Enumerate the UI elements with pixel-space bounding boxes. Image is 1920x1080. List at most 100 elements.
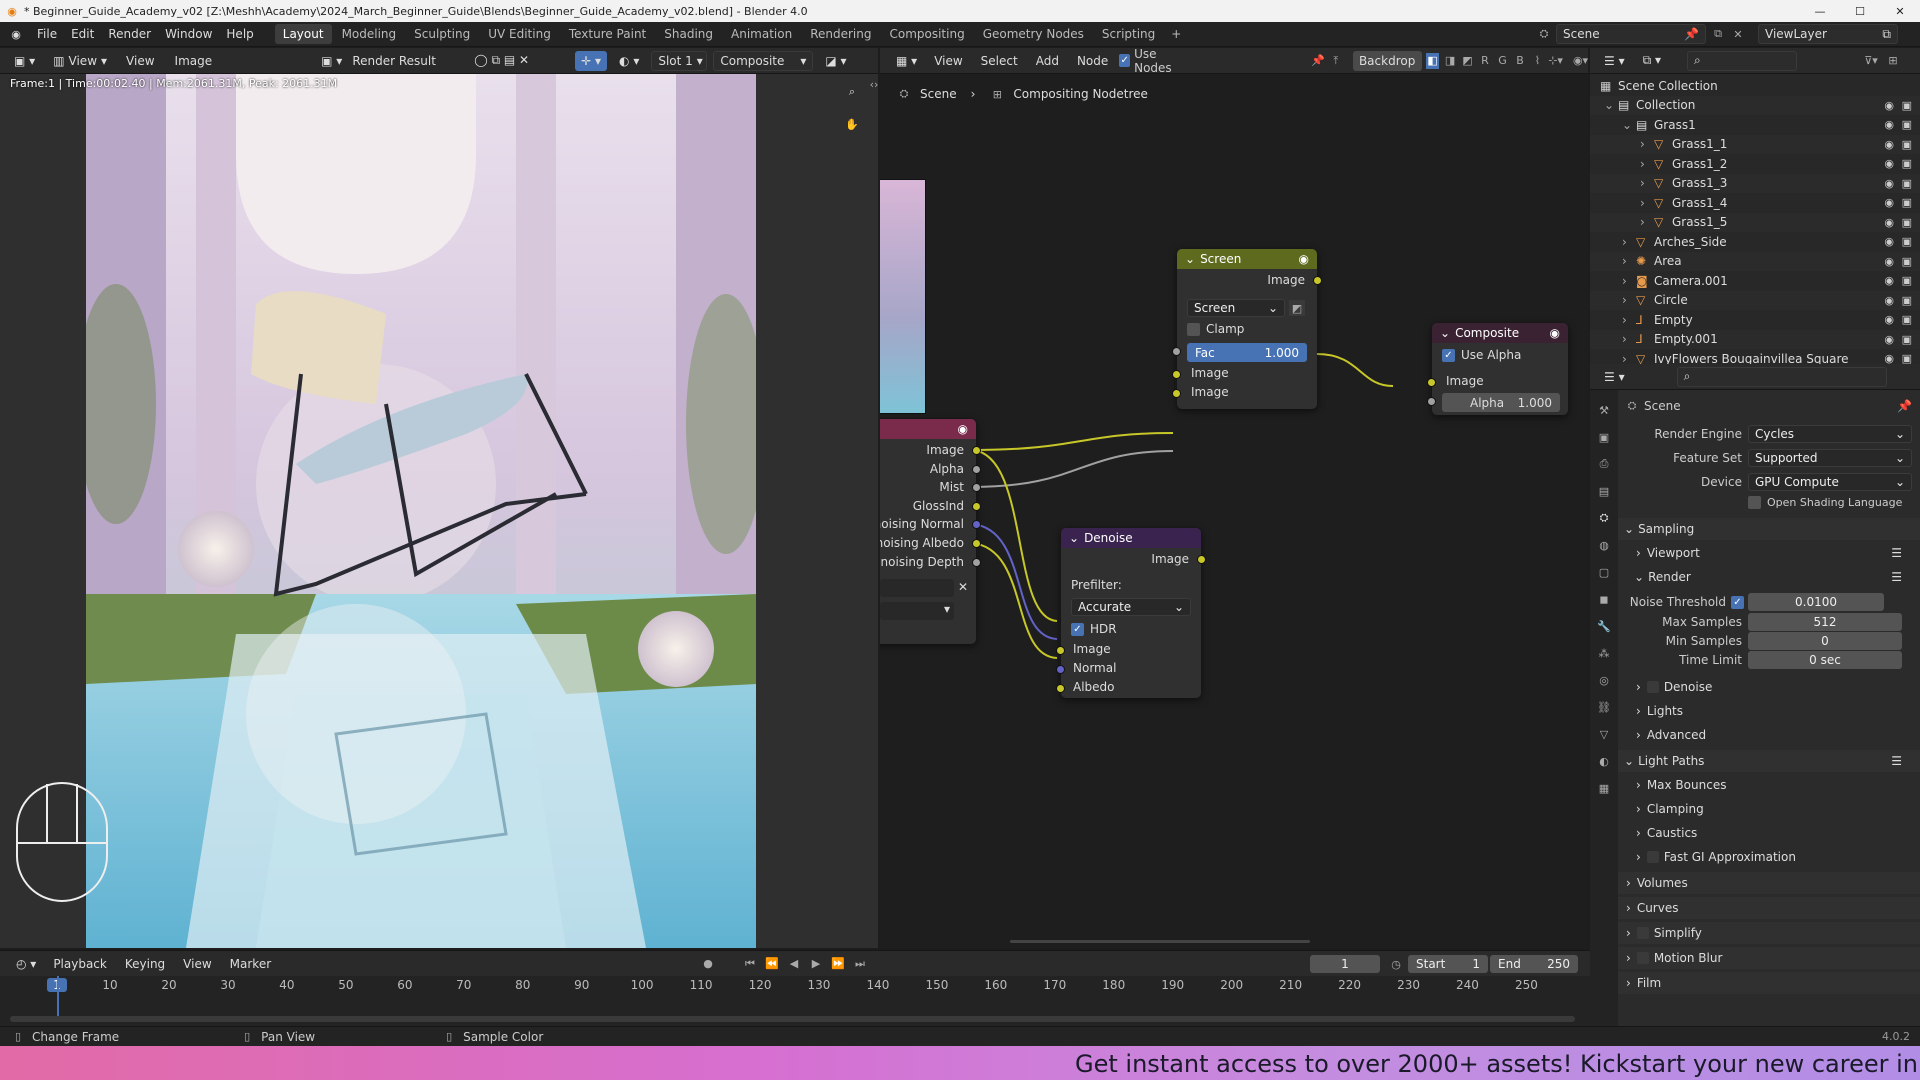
motion-blur-panel-header[interactable]: › Motion Blur <box>1618 947 1920 969</box>
time-limit-field[interactable]: 0 sec <box>1748 651 1902 669</box>
image-menu-image[interactable]: Image <box>168 54 220 68</box>
outliner-item[interactable]: › ▽ Grass1_2 ◉ ▣ <box>1590 154 1920 173</box>
image-menu-view[interactable]: View <box>119 54 161 68</box>
workspace-tab-geometry-nodes[interactable]: Geometry Nodes <box>975 24 1092 44</box>
data-tab-icon[interactable]: ▽ <box>1596 726 1612 742</box>
chevron-right-icon[interactable]: › <box>1622 332 1627 346</box>
menu-window[interactable]: Window <box>158 27 219 41</box>
view-layer-selector[interactable]: ViewLayer ⧉ <box>1758 24 1898 44</box>
chevron-right-icon[interactable]: › <box>1640 157 1645 171</box>
noise-threshold-checkbox[interactable]: ✓ <box>1731 595 1744 609</box>
checkbox-unchecked-icon[interactable] <box>1636 927 1649 939</box>
snap-options-icon[interactable]: ⊹▾ <box>1548 53 1563 69</box>
presets-icon[interactable]: ☰ <box>1891 754 1902 768</box>
end-frame-field[interactable]: End 250 <box>1490 955 1578 973</box>
timeline-scrollbar[interactable] <box>10 1016 1575 1022</box>
workspace-tab-rendering[interactable]: Rendering <box>802 24 879 44</box>
visibility-eye-icon[interactable]: ◉ <box>1884 196 1894 209</box>
prefilter-dropdown[interactable]: Accurate ⌄ <box>1071 598 1191 616</box>
node-menu-add[interactable]: Add <box>1029 54 1066 68</box>
visibility-eye-icon[interactable]: ◉ <box>1884 294 1894 307</box>
node-editor-area[interactable]: ⛭ Scene › ⊞ Compositing Nodetree ◉ Image… <box>880 74 1588 948</box>
render-layers-output-socket[interactable] <box>972 539 981 548</box>
constraints-tab-icon[interactable]: ⛓ <box>1596 699 1612 715</box>
backdrop-color-icon[interactable]: ◧ <box>1425 52 1440 69</box>
scene-tab-icon[interactable]: ⛭ <box>1596 510 1612 526</box>
chevron-right-icon[interactable]: › <box>1622 254 1627 268</box>
use-alpha-icon[interactable]: ◩ <box>1289 300 1305 316</box>
denoise-subpanel[interactable]: › Denoise <box>1618 676 1920 698</box>
outliner-item[interactable]: › ▽ Circle ◉ ▣ <box>1590 290 1920 310</box>
jump-keyframe-forward-icon[interactable]: ⏩ <box>830 956 846 972</box>
delete-scene-icon[interactable]: ✕ <box>1730 26 1746 42</box>
render-visibility-icon[interactable]: ▣ <box>1902 196 1912 209</box>
outliner-item[interactable]: › ✺ Area ◉ ▣ <box>1590 251 1920 271</box>
view-mode-dropdown[interactable]: ▥ View ▾ <box>47 51 113 71</box>
visibility-eye-icon[interactable]: ◉ <box>1884 216 1894 229</box>
properties-search-input[interactable]: ⌕ <box>1676 366 1887 387</box>
visibility-eye-icon[interactable]: ◉ <box>1884 177 1894 190</box>
outliner-item[interactable]: › ▽ Grass1_5 ◉ ▣ <box>1590 212 1920 232</box>
denoise-image-socket[interactable] <box>1056 646 1065 655</box>
outliner-item[interactable]: › ▽ IvyFlowers Bougainvillea Square ◉ ▣ <box>1590 349 1920 365</box>
lights-subpanel[interactable]: › Lights <box>1618 700 1920 722</box>
outliner-item[interactable]: › ▽ Grass1_4 ◉ ▣ <box>1590 193 1920 212</box>
workspace-tab-layout[interactable]: Layout <box>274 24 332 44</box>
blend-mode-dropdown[interactable]: Screen ⌄ <box>1187 299 1285 317</box>
max-samples-field[interactable]: 512 <box>1748 613 1902 631</box>
backdrop-color-alpha-icon[interactable]: ◩ <box>1461 53 1474 69</box>
menu-file[interactable]: File <box>30 27 64 41</box>
fast-gi-subpanel[interactable]: › Fast GI Approximation <box>1618 846 1920 868</box>
outliner-item[interactable]: › ⅃ Empty ◉ ▣ <box>1590 310 1920 329</box>
chevron-right-icon[interactable]: › <box>1640 176 1645 190</box>
fac-input-socket[interactable] <box>1172 347 1181 356</box>
scene-selector[interactable]: Scene 📌 <box>1556 24 1706 44</box>
render-visibility-icon[interactable]: ▣ <box>1902 216 1912 229</box>
channel-r-button[interactable]: R <box>1478 53 1491 69</box>
render-visibility-icon[interactable]: ▣ <box>1902 313 1912 326</box>
curves-panel-header[interactable]: › Curves <box>1618 897 1920 919</box>
viewport-subpanel[interactable]: › Viewport ☰ <box>1618 542 1920 564</box>
playhead[interactable] <box>57 976 59 1018</box>
chevron-right-icon[interactable]: › <box>1622 274 1627 288</box>
pan-hand-icon[interactable]: ✋ <box>844 116 860 132</box>
stopwatch-icon[interactable]: ◷ <box>1388 956 1404 972</box>
hdr-checkbox[interactable]: ✓ HDR <box>1071 622 1117 636</box>
sampling-panel-header[interactable]: ⌄ Sampling <box>1618 518 1920 540</box>
play-reverse-icon[interactable]: ◀ <box>786 956 802 972</box>
screen-input-socket-2[interactable] <box>1172 389 1181 398</box>
screen-input-socket-1[interactable] <box>1172 370 1181 379</box>
visibility-eye-icon[interactable]: ◉ <box>1884 138 1894 151</box>
timeline-area[interactable]: 1102030405060708090100110120130140150160… <box>0 976 1590 1026</box>
material-tab-icon[interactable]: ◐ <box>1596 753 1612 769</box>
render-layers-layer-field[interactable]: ▾ <box>880 602 954 620</box>
noise-threshold-field[interactable]: 0.0100 <box>1748 593 1884 611</box>
pin-node-tree-icon[interactable]: 📌 <box>1311 53 1325 69</box>
render-visibility-icon[interactable]: ▣ <box>1902 118 1912 131</box>
editor-type-button[interactable]: ▣ ▾ <box>8 51 41 71</box>
visibility-eye-icon[interactable]: ◉ <box>1884 157 1894 170</box>
render-visibility-icon[interactable]: ▣ <box>1902 99 1912 112</box>
screen-mix-node[interactable]: ⌄ Screen ◉ Image Screen ⌄ ◩ Clamp Fac 1.0… <box>1172 249 1322 409</box>
render-layers-output-socket[interactable] <box>972 464 981 474</box>
display-mode-button[interactable]: ⧉ ▾ <box>1637 51 1667 71</box>
film-panel-header[interactable]: › Film <box>1618 972 1920 994</box>
slot-dropdown[interactable]: Slot 1 ▾ <box>651 50 708 71</box>
render-visibility-icon[interactable]: ▣ <box>1902 255 1912 268</box>
filter-icon[interactable]: ⊽▾ <box>1863 53 1879 69</box>
denoise-node-header[interactable]: ⌄ Denoise <box>1061 528 1201 548</box>
channel-g-button[interactable]: G <box>1496 53 1509 69</box>
advanced-subpanel[interactable]: › Advanced <box>1618 724 1920 746</box>
sidebar-toggle-icon[interactable]: ‹› <box>866 76 878 92</box>
node-menu-node[interactable]: Node <box>1070 54 1115 68</box>
workspace-tab-uv-editing[interactable]: UV Editing <box>480 24 559 44</box>
screen-output-socket[interactable] <box>1313 276 1322 285</box>
snap-icon[interactable]: ⌇ <box>1531 53 1544 69</box>
screen-node-header[interactable]: ⌄ Screen ◉ <box>1177 249 1317 269</box>
chevron-right-icon[interactable]: › <box>1622 235 1627 249</box>
max-bounces-subpanel[interactable]: › Max Bounces <box>1618 774 1920 796</box>
render-icon[interactable]: ◉ <box>958 422 968 436</box>
tool-tab-icon[interactable]: ⚒ <box>1596 402 1612 418</box>
composite-node-header[interactable]: ⌄ Composite ◉ <box>1432 323 1568 343</box>
image-editor-area[interactable]: Frame:1 | Time:00:02.40 | Mem:2061.31M, … <box>0 74 878 948</box>
